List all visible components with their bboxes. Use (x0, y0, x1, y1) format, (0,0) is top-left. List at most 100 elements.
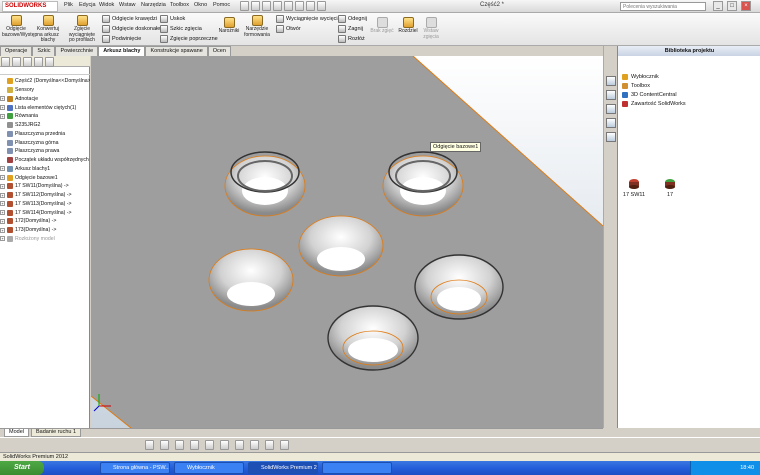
expand-toggle[interactable]: + (0, 105, 5, 111)
tree-item[interactable]: Płaszczyzna przednia (0, 130, 90, 139)
tree-item[interactable]: + Lista elementów ciętych(1) (0, 103, 90, 112)
tab-features[interactable]: Operacje (0, 46, 33, 56)
convert-to-sheet-metal-button[interactable]: Konwertuj na arkusz blachy (34, 15, 62, 44)
countersunk-hole-3[interactable] (298, 215, 384, 277)
menu-edit[interactable]: Edycja (79, 2, 96, 8)
expand-toggle[interactable]: + (0, 218, 5, 224)
corners-button[interactable]: Narożniki (215, 17, 243, 35)
previous-view-icon[interactable] (175, 440, 184, 450)
new-icon[interactable] (240, 1, 249, 11)
lofted-bend-button[interactable]: Zgięcie wyciągnięte po profilach (66, 15, 98, 44)
solidworks-logo[interactable]: SOLIDWORKS (2, 1, 58, 12)
expand-toggle[interactable]: + (0, 183, 5, 189)
menu-window[interactable]: Okno (194, 2, 207, 8)
louver-hole-6[interactable] (327, 305, 419, 371)
expand-toggle[interactable]: + (0, 236, 5, 242)
resources-icon[interactable] (606, 76, 616, 86)
expand-toggle[interactable]: + (0, 192, 5, 198)
scene-icon[interactable] (265, 440, 274, 450)
insert-bends-button[interactable]: Wstaw zgięcia (420, 17, 442, 40)
hole-button[interactable]: Otwór (276, 25, 301, 33)
miter-flange-button[interactable]: Odgięcie doskonałe (102, 25, 160, 33)
tree-item[interactable]: +17 SW114(Domyślna) -> (0, 208, 90, 217)
tab-motion-study[interactable]: Badanie ruchu 1 (30, 429, 82, 437)
flatten-button[interactable]: Rozłóż (338, 35, 365, 43)
taskbar-item[interactable]: Strona główna - PSW... (100, 462, 170, 474)
tree-item[interactable]: S235JRG2 (0, 121, 90, 130)
save-icon[interactable] (262, 1, 271, 11)
expand-toggle[interactable]: + (0, 201, 5, 207)
tree-item[interactable]: Sensory (0, 86, 90, 95)
library-item[interactable]: Toolbox (622, 83, 650, 89)
view-settings-icon[interactable] (280, 440, 289, 450)
design-library-icon[interactable] (606, 90, 616, 100)
tab-surfaces[interactable]: Powierzchnie (55, 46, 99, 56)
menu-help[interactable]: Pomoc (213, 2, 230, 8)
part-viewport[interactable] (91, 56, 603, 428)
open-icon[interactable] (251, 1, 260, 11)
taskbar-item[interactable]: SolidWorks Premium 2... (248, 462, 318, 474)
tree-item[interactable]: +17 SW112(Domyślna) -> (0, 191, 90, 200)
expand-toggle[interactable]: + (0, 227, 5, 233)
expand-toggle[interactable]: + (0, 96, 5, 102)
tree-item[interactable]: +173(Domyślna) -> (0, 226, 90, 235)
tree-item[interactable]: + Adnotacje (0, 95, 90, 104)
countersunk-hole-4[interactable] (208, 248, 294, 312)
minimize-icon[interactable]: _ (713, 1, 723, 11)
forming-tool-button[interactable]: Narzędzie formowania (243, 15, 271, 38)
view-orientation-icon[interactable] (205, 440, 214, 450)
extruded-cut-button[interactable]: Wyciągnięcie wycięcia (276, 15, 341, 23)
undo-icon[interactable] (284, 1, 293, 11)
tab-weldments[interactable]: Konstrukcje spawane (145, 46, 208, 56)
edit-appearance-icon[interactable] (250, 440, 259, 450)
menu-tools[interactable]: Narzędzia (141, 2, 166, 8)
zoom-area-icon[interactable] (160, 440, 169, 450)
tab-model[interactable]: Model (4, 429, 29, 437)
start-button[interactable]: Start (0, 461, 44, 475)
tree-item[interactable]: +17 SW11(Domyślna) -> (0, 182, 90, 191)
expand-toggle[interactable]: + (0, 175, 5, 181)
tab-evaluate[interactable]: Ocen (207, 46, 231, 56)
tree-item[interactable]: +172(Domyślna) -> (0, 217, 90, 226)
tab-sketch[interactable]: Szkic (32, 46, 56, 56)
library-item[interactable]: Zawartość SolidWorks (622, 101, 686, 107)
expand-toggle[interactable]: + (0, 210, 5, 216)
no-bends-button[interactable]: Brak zgięć (370, 17, 394, 35)
display-style-icon[interactable] (220, 440, 229, 450)
tree-item[interactable]: + Arkusz blachy1 (0, 165, 90, 174)
close-icon[interactable]: × (741, 1, 751, 11)
fold-button[interactable]: Zagnij (338, 25, 363, 33)
tree-item[interactable]: Część2 (Domyślna<<Domyślna>_W (0, 77, 90, 86)
file-explorer-icon[interactable] (606, 104, 616, 114)
menu-toolbox[interactable]: Toolbox (170, 2, 189, 8)
sketched-bend-button[interactable]: Szkic zgięcia (160, 25, 202, 33)
tree-item[interactable]: + Odgięcie bazowe1 (0, 173, 90, 182)
edge-flange-button[interactable]: Odgięcie krawędzi (102, 15, 157, 23)
graphics-area[interactable]: Odgięcie bazowe1 (91, 56, 603, 428)
tree-item[interactable]: Płaszczyzna górna (0, 138, 90, 147)
expand-toggle[interactable]: + (0, 113, 5, 119)
configuration-manager-icon[interactable] (23, 57, 32, 67)
appearances-icon[interactable] (606, 132, 616, 142)
library-part[interactable]: 17 SW11 (622, 178, 646, 198)
menu-file[interactable]: Plik (64, 2, 73, 8)
taskbar-item[interactable] (322, 462, 392, 474)
section-view-icon[interactable] (190, 440, 199, 450)
rip-button[interactable]: Rozdziel (396, 17, 420, 35)
rebuild-icon[interactable] (306, 1, 315, 11)
library-item[interactable]: 3D ContentCentral (622, 92, 677, 98)
tree-item[interactable]: +17 SW113(Domyślna) -> (0, 200, 90, 209)
tree-item[interactable]: Płaszczyzna prawa (0, 147, 90, 156)
tree-item[interactable]: Początek układu współrzędnych (0, 156, 90, 165)
view-palette-icon[interactable] (606, 118, 616, 128)
louver-hole-5[interactable] (414, 254, 504, 320)
print-icon[interactable] (273, 1, 282, 11)
unfold-button[interactable]: Odegnij (338, 15, 367, 23)
options-icon[interactable] (317, 1, 326, 11)
base-flange-button[interactable]: Odgięcie bazowe/Występ (2, 15, 37, 38)
hide-show-icon[interactable] (235, 440, 244, 450)
display-manager-icon[interactable] (45, 57, 54, 67)
tree-item[interactable]: + Równania (0, 112, 90, 121)
library-part[interactable]: 17 (658, 178, 682, 198)
jog-button[interactable]: Uskok (160, 15, 185, 23)
